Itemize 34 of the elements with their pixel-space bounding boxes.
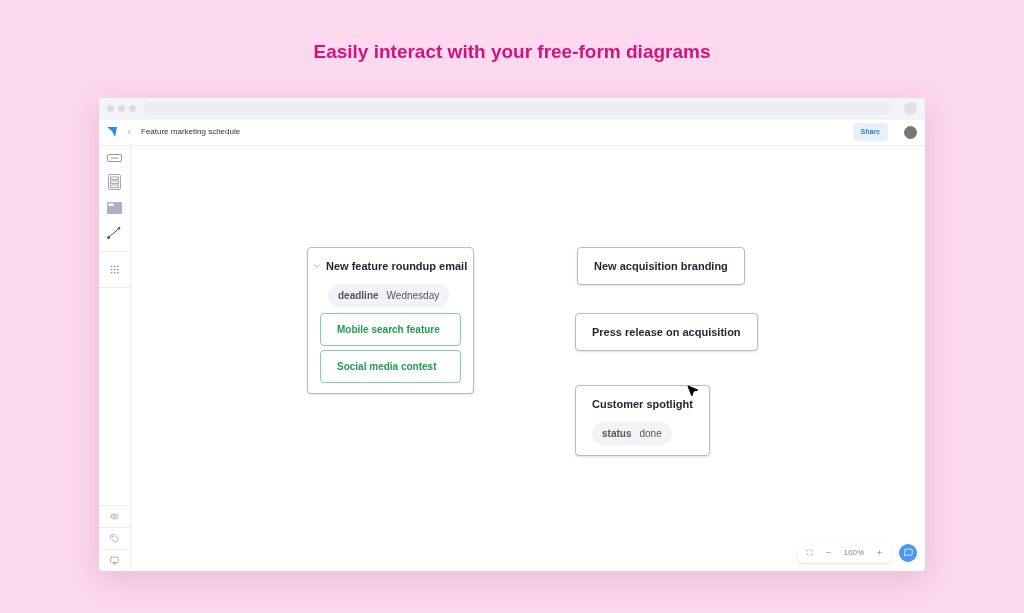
node-title: Customer spotlight: [592, 396, 693, 412]
monitor-icon[interactable]: [110, 555, 119, 565]
zoom-in-icon[interactable]: [876, 549, 883, 556]
eye-icon[interactable]: [110, 511, 119, 521]
logo-icon[interactable]: [107, 127, 117, 137]
document-title: Feature marketing schedule: [141, 126, 241, 138]
text-box-icon[interactable]: [107, 153, 122, 162]
diagram-node[interactable]: Customer spotlight status done: [575, 384, 710, 456]
node-title: New acquisition branding: [594, 258, 728, 274]
fit-screen-icon[interactable]: [805, 549, 813, 556]
child-node[interactable]: Social media contest: [320, 350, 461, 383]
zoom-out-icon[interactable]: [824, 549, 832, 556]
diagram-node[interactable]: Press release on acquisition: [575, 312, 758, 351]
chat-icon: [903, 548, 913, 557]
node-title: Press release on acquisition: [592, 324, 741, 340]
cursor-icon: [686, 383, 699, 397]
property-key: deadline: [338, 288, 379, 303]
property-value: Wednesday: [386, 289, 440, 303]
card-shape-icon[interactable]: [107, 201, 122, 214]
avatar-icon[interactable]: [904, 125, 917, 139]
page-headline: Easily interact with your free-form diagrams: [313, 40, 711, 64]
child-node[interactable]: Mobile search feature: [320, 313, 461, 346]
zoom-level: 100%: [843, 546, 864, 559]
connector-line-icon[interactable]: [107, 225, 122, 239]
chat-button[interactable]: [899, 543, 917, 562]
node-title: New feature roundup email: [326, 258, 468, 274]
property-key: status: [602, 426, 632, 441]
property-value: done: [639, 427, 662, 441]
grid-dots-icon[interactable]: [109, 263, 120, 275]
list-box-icon[interactable]: [108, 173, 121, 190]
chevron-icon: [125, 128, 133, 136]
diagram-node[interactable]: New feature roundup email deadline Wednesday Mobile search feature Social media contest: [307, 246, 474, 394]
diagram-node[interactable]: New acquisition branding: [577, 246, 745, 285]
tag-icon[interactable]: [110, 533, 119, 543]
